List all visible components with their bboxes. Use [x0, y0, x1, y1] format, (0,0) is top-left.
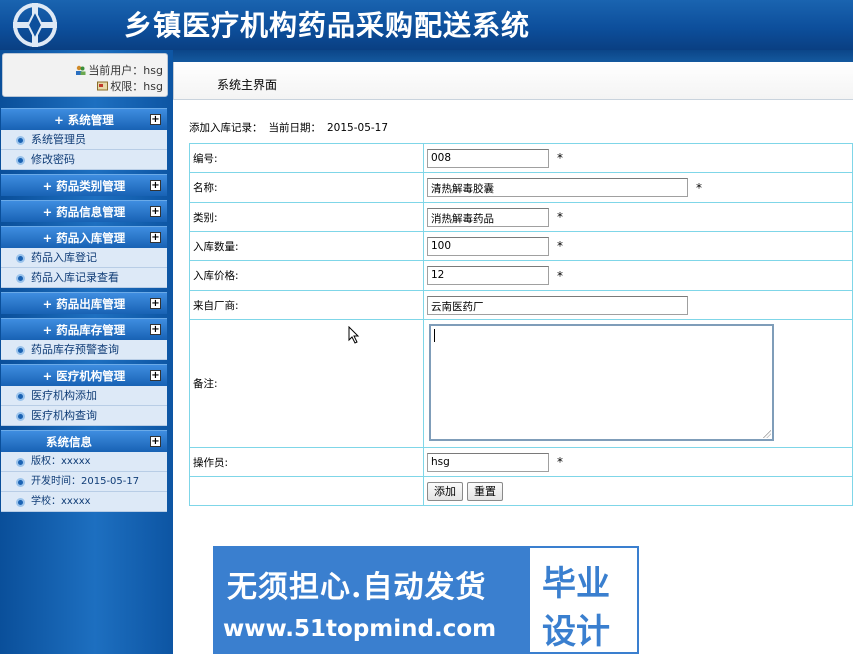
add-button[interactable]: 添加: [427, 481, 463, 501]
menu-item-stock-in-register[interactable]: 药品入库登记: [1, 248, 167, 268]
menu-group-institution[interactable]: + 医疗机构管理 +: [1, 364, 167, 386]
remark-textarea[interactable]: [429, 324, 774, 441]
watermark-banner: 无须担心.自动发货 www.51topmind.com 毕业 设计: [213, 546, 639, 654]
info-copyright: 版权：xxxxx: [1, 452, 167, 472]
form-row-remark: 备注:: [189, 319, 853, 448]
form-row-manufacturer: 来自厂商: 云南医药厂: [189, 290, 853, 320]
field-label: 编号:: [189, 143, 424, 173]
stock-in-form: 编号: 008 * 名称: 清热解毒胶囊 * 类别: 消热解毒药品 * 入库数量: 1…: [189, 143, 853, 506]
required-mark: *: [557, 239, 563, 253]
field-label: 操作员:: [189, 447, 424, 477]
watermark-badge-bottom: 设计: [542, 612, 610, 652]
required-mark: *: [557, 268, 563, 283]
current-date: 2015-05-17: [327, 122, 389, 134]
bullet-icon: [16, 478, 25, 487]
left-sidebar: 当前用户：hsg 权限：hsg + 系统管理 + 系统管理员 修改密码 + 药品类…: [0, 50, 173, 654]
field-label: 入库数量:: [189, 231, 424, 261]
menu-item-stock-in-records[interactable]: 药品入库记录查看: [1, 268, 167, 288]
permission-icon: [97, 81, 109, 91]
mouse-cursor-icon: [348, 326, 360, 344]
menu-item-admin[interactable]: 系统管理员: [1, 130, 167, 150]
form-row-operator: 操作员: hsg *: [189, 447, 853, 477]
bullet-icon: [16, 274, 25, 283]
field-label: 入库价格:: [189, 260, 424, 291]
watermark-url: www.51topmind.com: [223, 616, 497, 642]
operator-input[interactable]: hsg: [427, 452, 549, 472]
system-title: 乡镇医疗机构药品采购配送系统: [124, 9, 531, 42]
bullet-icon: [16, 498, 25, 507]
menu-group-drug-category[interactable]: + 药品类别管理 +: [1, 174, 167, 196]
info-school: 学校：xxxxx: [1, 492, 167, 512]
menu-item-institution-add[interactable]: 医疗机构添加: [1, 386, 167, 406]
bullet-icon: [16, 254, 25, 263]
resize-handle-icon[interactable]: [763, 430, 771, 438]
menu-item-inventory-alert[interactable]: 药品库存预警查询: [1, 340, 167, 360]
watermark-badge-top: 毕业: [542, 564, 610, 604]
app-header: 乡镇医疗机构药品采购配送系统: [0, 0, 853, 50]
field-label: 类别:: [189, 202, 424, 232]
field-label: 名称:: [189, 172, 424, 203]
expand-icon[interactable]: +: [150, 324, 161, 335]
required-mark: *: [557, 210, 563, 224]
bullet-icon: [16, 458, 25, 467]
bullet-icon: [16, 346, 25, 355]
header-strip: [173, 50, 853, 62]
menu-item-change-password[interactable]: 修改密码: [1, 150, 167, 170]
form-row-id: 编号: 008 *: [189, 143, 853, 173]
id-input[interactable]: 008: [427, 148, 549, 168]
menu-group-inventory[interactable]: + 药品库存管理 +: [1, 318, 167, 340]
menu-group-stock-out[interactable]: + 药品出库管理 +: [1, 292, 167, 314]
required-mark: *: [557, 151, 563, 165]
category-select[interactable]: 消热解毒药品: [427, 207, 549, 227]
expand-icon[interactable]: +: [150, 370, 161, 381]
menu-item-institution-query[interactable]: 医疗机构查询: [1, 406, 167, 426]
form-caption: 添加入库记录： 当前日期： 2015-05-17: [189, 120, 388, 135]
form-row-actions: 添加 重置: [189, 476, 853, 506]
quantity-input[interactable]: 100: [427, 236, 549, 256]
expand-icon[interactable]: +: [150, 180, 161, 191]
reset-button[interactable]: 重置: [467, 481, 503, 501]
users-icon: [76, 65, 86, 75]
page-title: 系统主界面: [217, 78, 278, 92]
menu-group-drug-info[interactable]: + 药品信息管理 +: [1, 200, 167, 222]
expand-icon[interactable]: +: [150, 436, 161, 447]
form-row-category: 类别: 消热解毒药品 *: [189, 202, 853, 232]
bullet-icon: [16, 392, 25, 401]
menu-group-system[interactable]: + 系统管理 +: [1, 108, 167, 130]
user-info-box: 当前用户：hsg 权限：hsg: [2, 53, 168, 97]
info-dev-date: 开发时间：2015-05-17: [1, 472, 167, 492]
logo-icon: [13, 3, 57, 47]
menu-group-stock-in[interactable]: + 药品入库管理 +: [1, 226, 167, 248]
required-mark: *: [557, 455, 563, 469]
name-input[interactable]: 清热解毒胶囊: [427, 178, 688, 197]
bullet-icon: [16, 136, 25, 145]
permission-label: 权限：hsg: [110, 80, 163, 93]
expand-icon[interactable]: +: [150, 114, 161, 125]
expand-icon[interactable]: +: [150, 298, 161, 309]
add-record-label: 添加入库记录：: [189, 122, 263, 134]
manufacturer-input[interactable]: 云南医药厂: [427, 295, 688, 315]
expand-icon[interactable]: +: [150, 206, 161, 217]
date-label: 当前日期：: [268, 122, 322, 134]
bullet-icon: [16, 412, 25, 421]
form-row-price: 入库价格: 12 *: [189, 260, 853, 291]
breadcrumb-bar: 系统主界面: [173, 62, 853, 100]
current-user-label: 当前用户：hsg: [88, 64, 163, 77]
bullet-icon: [16, 156, 25, 165]
form-row-quantity: 入库数量: 100 *: [189, 231, 853, 261]
field-label: 备注:: [189, 319, 424, 448]
expand-icon[interactable]: +: [150, 232, 161, 243]
form-row-name: 名称: 清热解毒胶囊 *: [189, 172, 853, 203]
required-mark: *: [696, 180, 702, 195]
price-input[interactable]: 12: [427, 266, 549, 285]
menu-group-system-info[interactable]: 系统信息 +: [1, 430, 167, 452]
field-label: 来自厂商:: [189, 290, 424, 320]
side-menu: + 系统管理 + 系统管理员 修改密码 + 药品类别管理 + + 药品信息管理 + +…: [1, 108, 167, 512]
watermark-slogan: 无须担心.自动发货: [227, 570, 487, 605]
